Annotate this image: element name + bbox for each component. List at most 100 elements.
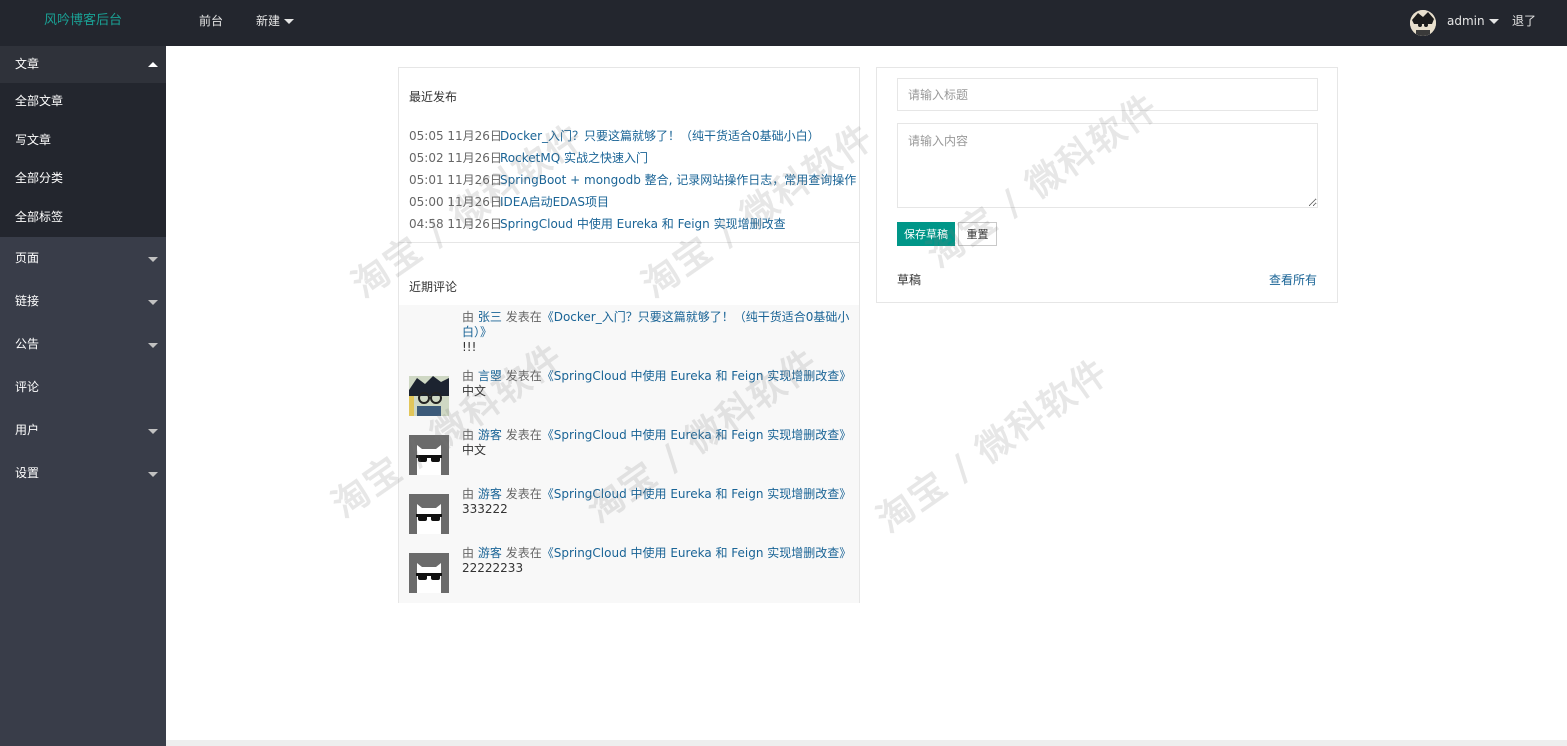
comment-item: 由 游客 发表在《SpringCloud 中使用 Eureka 和 Feign … xyxy=(409,428,852,483)
sidebar-item-label: 评论 xyxy=(15,380,40,394)
sidebar-submenu-articles: 全部文章 写文章 全部分类 全部标签 xyxy=(0,83,166,237)
recent-comments-list: 由 张三 发表在《Docker_入门？只要这篇就够了！（纯干货适合0基础小白）》… xyxy=(399,305,859,603)
chevron-down-icon xyxy=(148,300,158,305)
avatar-image-icon xyxy=(1410,10,1436,36)
comment-posted-in-label: 发表在 xyxy=(505,546,542,560)
brand-logo[interactable]: 风吟博客后台 xyxy=(0,0,166,46)
sidebar-item-notices[interactable]: 公告 xyxy=(0,323,166,366)
recent-post-row: 05:02 11月26日RocketMQ 实战之快速入门 xyxy=(409,147,648,169)
comment-body: 中文 xyxy=(462,384,487,398)
comment-body: 22222233 xyxy=(462,561,524,575)
save-draft-button[interactable]: 保存草稿 xyxy=(897,222,955,246)
quick-draft-panel: 保存草稿 重置 草稿 查看所有 xyxy=(876,67,1338,303)
recent-post-row: 05:05 11月26日Docker_入门？只要这篇就够了！（纯干货适合0基础小… xyxy=(409,125,820,147)
sidebar-item-label: 设置 xyxy=(15,466,40,480)
draft-content-textarea[interactable] xyxy=(897,123,1318,208)
comment-by-label: 由 xyxy=(462,310,475,324)
comment-by-label: 由 xyxy=(462,546,475,560)
anime-avatar-icon xyxy=(409,376,449,416)
post-title-link[interactable]: SpringBoot + mongodb 整合, 记录网站操作日志，常用查询操作 xyxy=(500,173,856,187)
comment-body: 333222 xyxy=(462,502,508,516)
comment-text: 由 游客 发表在《SpringCloud 中使用 Eureka 和 Feign … xyxy=(462,546,852,576)
comment-post-link[interactable]: 《SpringCloud 中使用 Eureka 和 Feign 实现增删改查》 xyxy=(542,546,852,560)
comment-post-link[interactable]: 《SpringCloud 中使用 Eureka 和 Feign 实现增删改查》 xyxy=(542,428,852,442)
chevron-down-icon xyxy=(148,429,158,434)
top-navbar: 风吟博客后台 前台 新建 admin 退了 xyxy=(0,0,1567,46)
sidebar-item-comments[interactable]: 评论 xyxy=(0,366,166,409)
draft-title-input[interactable] xyxy=(897,78,1318,111)
logout-link[interactable]: 退了 xyxy=(1512,0,1536,46)
dashboard-left-panel: 最近发布 05:05 11月26日Docker_入门？只要这篇就够了！（纯干货适… xyxy=(398,67,860,603)
chevron-down-icon xyxy=(284,19,295,24)
sidebar-item-all-articles[interactable]: 全部文章 xyxy=(0,83,166,122)
sidebar-item-label: 公告 xyxy=(15,337,40,351)
comment-posted-in-label: 发表在 xyxy=(505,369,542,383)
recent-post-row: 04:58 11月26日SpringCloud 中使用 Eureka 和 Fei… xyxy=(409,213,786,235)
comment-text: 由 张三 发表在《Docker_入门？只要这篇就够了！（纯干货适合0基础小白）》… xyxy=(462,310,852,355)
post-time: 04:58 11月26日 xyxy=(409,217,502,231)
comment-text: 由 言曌 发表在《SpringCloud 中使用 Eureka 和 Feign … xyxy=(462,369,852,399)
sidebar-item-users[interactable]: 用户 xyxy=(0,409,166,452)
reset-button[interactable]: 重置 xyxy=(958,222,997,246)
sidebar-item-label: 页面 xyxy=(15,251,40,265)
comment-author-link[interactable]: 游客 xyxy=(478,428,502,442)
comment-post-link[interactable]: 《SpringCloud 中使用 Eureka 和 Feign 实现增删改查》 xyxy=(542,487,852,501)
comment-posted-in-label: 发表在 xyxy=(505,487,542,501)
sidebar-group-label: 文章 xyxy=(15,57,40,71)
post-time: 05:05 11月26日 xyxy=(409,129,502,143)
post-title-link[interactable]: RocketMQ 实战之快速入门 xyxy=(500,151,648,165)
sidebar-item-all-categories[interactable]: 全部分类 xyxy=(0,160,166,199)
sidebar-group-articles[interactable]: 文章 xyxy=(0,46,166,83)
nav-new-dropdown[interactable]: 新建 xyxy=(256,0,295,46)
chevron-down-icon xyxy=(1488,19,1499,24)
sunglasses-cat-avatar-icon xyxy=(409,435,449,475)
sidebar-item-settings[interactable]: 设置 xyxy=(0,452,166,495)
comment-author-link[interactable]: 张三 xyxy=(478,310,502,324)
comment-item: 由 言曌 发表在《SpringCloud 中使用 Eureka 和 Feign … xyxy=(409,369,852,424)
comment-body: 中文 xyxy=(462,443,487,457)
sidebar-item-label: 链接 xyxy=(15,294,40,308)
post-title-link[interactable]: Docker_入门？只要这篇就够了！（纯干货适合0基础小白） xyxy=(500,129,820,143)
drafts-heading: 草稿 xyxy=(897,273,922,287)
nav-new-label: 新建 xyxy=(256,14,281,28)
post-time: 05:00 11月26日 xyxy=(409,195,502,209)
comment-by-label: 由 xyxy=(462,369,475,383)
sunglasses-cat-avatar-icon xyxy=(409,494,449,534)
post-title-link[interactable]: SpringCloud 中使用 Eureka 和 Feign 实现增删改查 xyxy=(500,217,786,231)
user-avatar[interactable] xyxy=(1410,10,1436,36)
comment-by-label: 由 xyxy=(462,487,475,501)
nav-frontend-link[interactable]: 前台 xyxy=(199,0,223,46)
sidebar-item-all-tags[interactable]: 全部标签 xyxy=(0,199,166,238)
comment-item: 由 游客 发表在《SpringCloud 中使用 Eureka 和 Feign … xyxy=(409,546,852,601)
comment-author-link[interactable]: 言曌 xyxy=(478,369,502,383)
watermark: 淘宝 / 微科软件 xyxy=(870,351,1117,541)
sidebar-item-write-article[interactable]: 写文章 xyxy=(0,122,166,161)
chevron-up-icon xyxy=(148,62,158,67)
view-all-drafts-link[interactable]: 查看所有 xyxy=(1269,271,1317,288)
section-divider xyxy=(399,242,859,243)
comment-text: 由 游客 发表在《SpringCloud 中使用 Eureka 和 Feign … xyxy=(462,428,852,458)
post-time: 05:01 11月26日 xyxy=(409,173,502,187)
comment-item: 由 游客 发表在《SpringCloud 中使用 Eureka 和 Feign … xyxy=(409,487,852,542)
recent-posts-title: 最近发布 xyxy=(409,90,458,104)
sidebar-item-links[interactable]: 链接 xyxy=(0,280,166,323)
chevron-down-icon xyxy=(148,257,158,262)
post-title-link[interactable]: IDEA启动EDAS项目 xyxy=(500,195,609,209)
footer-bar xyxy=(166,740,1567,746)
comment-author-link[interactable]: 游客 xyxy=(478,487,502,501)
comment-body: !!! xyxy=(462,340,477,354)
chevron-down-icon xyxy=(148,472,158,477)
sidebar-item-label: 用户 xyxy=(15,423,40,437)
comment-posted-in-label: 发表在 xyxy=(505,310,542,324)
recent-comments-title: 近期评论 xyxy=(409,280,458,294)
comment-text: 由 游客 发表在《SpringCloud 中使用 Eureka 和 Feign … xyxy=(462,487,852,517)
comment-posted-in-label: 发表在 xyxy=(505,428,542,442)
post-time: 05:02 11月26日 xyxy=(409,151,502,165)
sidebar-item-pages[interactable]: 页面 xyxy=(0,237,166,280)
recent-post-row: 05:00 11月26日IDEA启动EDAS项目 xyxy=(409,191,609,213)
comment-post-link[interactable]: 《SpringCloud 中使用 Eureka 和 Feign 实现增删改查》 xyxy=(542,369,852,383)
user-menu-dropdown[interactable]: admin xyxy=(1447,0,1499,46)
comment-by-label: 由 xyxy=(462,428,475,442)
comment-author-link[interactable]: 游客 xyxy=(478,546,502,560)
sidebar: 文章 全部文章 写文章 全部分类 全部标签 页面 链接 公告 评论 用户 设置 xyxy=(0,46,166,746)
